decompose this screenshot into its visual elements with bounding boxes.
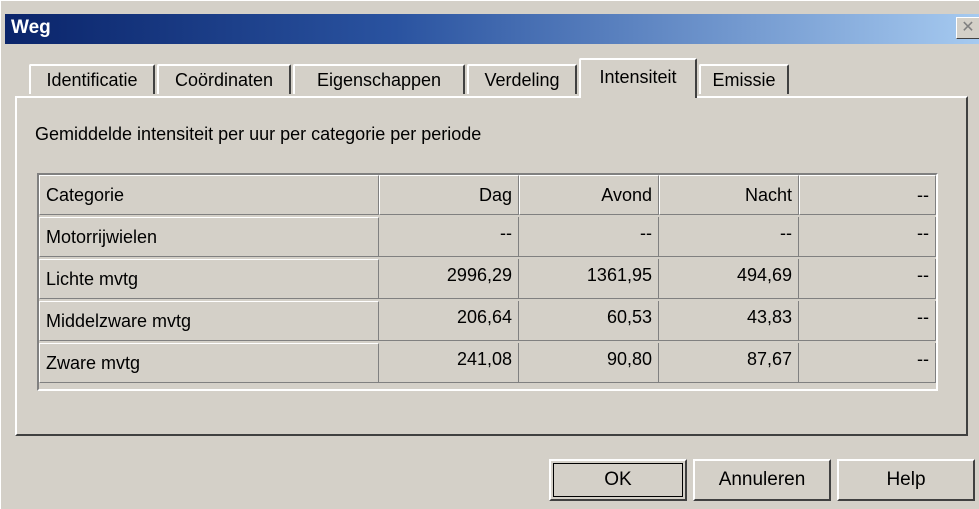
cell-dag[interactable]: 241,08: [379, 343, 519, 383]
row-header-category[interactable]: Motorrijwielen: [39, 217, 379, 257]
panel-description: Gemiddelde intensiteit per uur per categ…: [35, 124, 482, 144]
dialog-window: Weg ✕ Identificatie Coördinaten Eigensch…: [0, 0, 979, 509]
column-header-extra[interactable]: --: [799, 175, 936, 215]
cell-avond[interactable]: 1361,95: [519, 259, 659, 299]
table-row: Middelzware mvtg 206,64 60,53 43,83 --: [39, 301, 936, 343]
intensity-grid: Categorie Dag Avond Nacht -- Motorrijwie…: [37, 173, 938, 391]
row-header-category[interactable]: Zware mvtg: [39, 343, 379, 383]
table-row: Zware mvtg 241,08 90,80 87,67 --: [39, 343, 936, 385]
cell-nacht[interactable]: --: [659, 217, 799, 257]
cell-dag[interactable]: 2996,29: [379, 259, 519, 299]
row-header-category[interactable]: Middelzware mvtg: [39, 301, 379, 341]
table-row: Motorrijwielen -- -- -- --: [39, 217, 936, 259]
close-button[interactable]: ✕: [956, 17, 979, 39]
tab-coordinaten[interactable]: Coördinaten: [157, 64, 291, 94]
help-button[interactable]: Help: [837, 459, 975, 501]
cell-nacht[interactable]: 43,83: [659, 301, 799, 341]
table-row: Lichte mvtg 2996,29 1361,95 494,69 --: [39, 259, 936, 301]
tab-panel-intensiteit: Gemiddelde intensiteit per uur per categ…: [15, 96, 968, 436]
cell-dag[interactable]: --: [379, 217, 519, 257]
cell-avond[interactable]: --: [519, 217, 659, 257]
tab-verdeling[interactable]: Verdeling: [467, 64, 577, 94]
table-header-row: Categorie Dag Avond Nacht --: [39, 175, 936, 217]
tab-eigenschappen[interactable]: Eigenschappen: [293, 64, 465, 94]
cell-dag[interactable]: 206,64: [379, 301, 519, 341]
cell-extra[interactable]: --: [799, 301, 936, 341]
column-header-avond[interactable]: Avond: [519, 175, 659, 215]
cell-nacht[interactable]: 87,67: [659, 343, 799, 383]
title-bar: Weg ✕: [5, 14, 979, 44]
column-header-nacht[interactable]: Nacht: [659, 175, 799, 215]
cell-nacht[interactable]: 494,69: [659, 259, 799, 299]
cell-extra[interactable]: --: [799, 217, 936, 257]
ok-button[interactable]: OK: [549, 459, 687, 501]
row-header-category[interactable]: Lichte mvtg: [39, 259, 379, 299]
cell-avond[interactable]: 60,53: [519, 301, 659, 341]
window-title: Weg: [11, 17, 51, 38]
cell-extra[interactable]: --: [799, 343, 936, 383]
column-header-dag[interactable]: Dag: [379, 175, 519, 215]
close-icon: ✕: [961, 19, 975, 36]
tab-intensiteit[interactable]: Intensiteit: [579, 58, 697, 98]
cell-extra[interactable]: --: [799, 259, 936, 299]
cell-avond[interactable]: 90,80: [519, 343, 659, 383]
tab-emissie[interactable]: Emissie: [699, 64, 789, 94]
column-header-categorie[interactable]: Categorie: [39, 175, 379, 215]
cancel-button[interactable]: Annuleren: [693, 459, 831, 501]
tab-identificatie[interactable]: Identificatie: [29, 64, 155, 94]
